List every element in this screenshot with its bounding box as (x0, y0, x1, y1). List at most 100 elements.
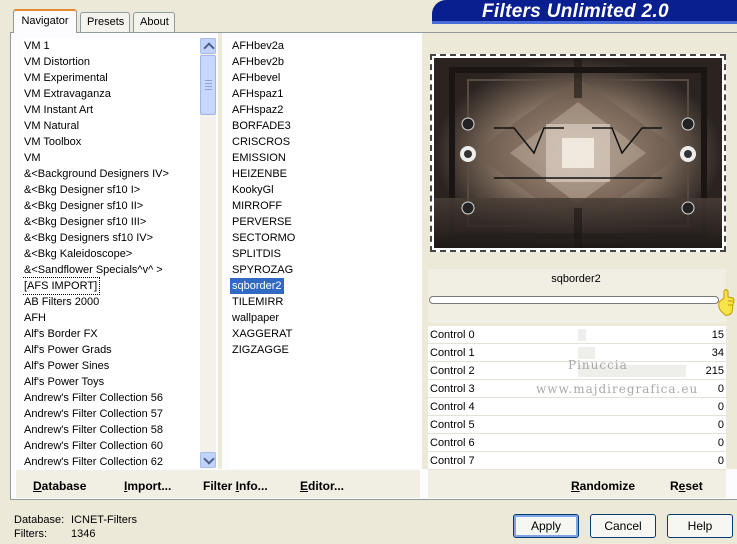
filter-item-label: TILEMIRR (232, 296, 284, 308)
category-item[interactable]: &<Background Designers IV> (22, 166, 200, 182)
cancel-button[interactable]: Cancel (590, 514, 656, 538)
control-label: Control 1 (430, 347, 475, 359)
category-item[interactable]: VM Distortion (22, 54, 200, 70)
category-item-label: Andrew's Filter Collection 57 (24, 408, 164, 420)
category-item[interactable]: Alf's Border FX (22, 326, 200, 342)
category-item[interactable]: Andrew's Filter Collection 58 (22, 422, 200, 438)
filter-item[interactable]: MIRROFF (230, 198, 420, 214)
list-separator (218, 33, 222, 469)
filter-item[interactable]: CRISCROS (230, 134, 420, 150)
category-item-label: VM Toolbox (24, 136, 82, 148)
control-value: 15 (711, 329, 724, 341)
filter-item[interactable]: TILEMIRR (230, 294, 420, 310)
control-slider[interactable] (429, 296, 719, 304)
category-item-label: [AFS IMPORT] (22, 277, 101, 295)
filter-item[interactable]: KookyGl (230, 182, 420, 198)
category-item[interactable]: &<Bkg Designers sf10 IV> (22, 230, 200, 246)
category-item[interactable]: Alf's Power Sines (22, 358, 200, 374)
filter-item[interactable]: AFHbevel (230, 70, 420, 86)
filter-item-label: AFHspaz2 (232, 104, 284, 116)
filter-item[interactable]: BORFADE3 (230, 118, 420, 134)
category-item-label: AB Filters 2000 (24, 296, 100, 308)
editor-button[interactable]: Editor... (300, 479, 344, 493)
category-item-label: Andrew's Filter Collection 62 (24, 456, 164, 468)
control-row[interactable]: Control 7 0 (428, 452, 726, 470)
scroll-up-button[interactable] (200, 38, 216, 54)
control-label: Control 3 (430, 383, 475, 395)
category-item-label: &<Bkg Designer sf10 III> (24, 216, 147, 228)
tab-about[interactable]: About (133, 12, 175, 32)
control-row[interactable]: Control 6 0 (428, 434, 726, 452)
category-item[interactable]: VM (22, 150, 200, 166)
category-item-label: &<Background Designers IV> (24, 168, 169, 180)
category-scrollbar[interactable] (200, 38, 216, 468)
database-button[interactable]: Database (33, 479, 86, 493)
filter-item-label: AFHspaz1 (232, 88, 284, 100)
category-item-label: AFH (24, 312, 46, 324)
category-item[interactable]: [AFS IMPORT] (22, 277, 200, 295)
pointing-hand-icon (718, 289, 735, 316)
filter-item[interactable]: ZIGZAGGE (230, 342, 420, 358)
filter-item[interactable]: SPYROZAG (230, 262, 420, 278)
filters-count-label: Filters: (14, 528, 47, 540)
category-item[interactable]: AB Filters 2000 (22, 294, 200, 310)
scroll-thumb[interactable] (200, 55, 216, 115)
import-button[interactable]: Import... (124, 479, 171, 493)
category-item[interactable]: Andrew's Filter Collection 62 (22, 454, 200, 468)
filter-item[interactable]: EMISSION (230, 150, 420, 166)
category-item[interactable]: VM Natural (22, 118, 200, 134)
category-item-label: Alf's Power Toys (24, 376, 105, 388)
control-value: 215 (705, 365, 724, 377)
category-item[interactable]: Andrew's Filter Collection 56 (22, 390, 200, 406)
filter-item[interactable]: SPLITDIS (230, 246, 420, 262)
filter-item[interactable]: AFHbev2a (230, 38, 420, 54)
filter-item-label: sqborder2 (230, 278, 284, 294)
help-button[interactable]: Help (667, 514, 733, 538)
watermark-url: www.majdiregrafica.eu (536, 382, 699, 396)
apply-button[interactable]: Apply (513, 514, 579, 538)
category-item[interactable]: VM Toolbox (22, 134, 200, 150)
tab-navigator[interactable]: Navigator (13, 9, 77, 33)
category-item[interactable]: &<Sandflower Specials^v^ > (22, 262, 200, 278)
control-label: Control 5 (430, 419, 475, 431)
category-item[interactable]: VM Experimental (22, 70, 200, 86)
control-row[interactable]: Control 5 0 (428, 416, 726, 434)
category-item[interactable]: &<Bkg Designer sf10 II> (22, 198, 200, 214)
reset-button[interactable]: Reset (670, 479, 703, 493)
filter-item[interactable]: AFHbev2b (230, 54, 420, 70)
database-label: Database: (14, 514, 65, 526)
tab-presets[interactable]: Presets (80, 12, 130, 32)
filter-item[interactable]: PERVERSE (230, 214, 420, 230)
control-label: Control 4 (430, 401, 475, 413)
filter-item[interactable]: AFHspaz1 (230, 86, 420, 102)
category-item[interactable]: VM Extravaganza (22, 86, 200, 102)
category-item[interactable]: Alf's Power Grads (22, 342, 200, 358)
category-item-label: &<Bkg Kaleidoscope> (24, 248, 133, 260)
filter-item[interactable]: wallpaper (230, 310, 420, 326)
control-row[interactable]: Control 4 0 (428, 398, 726, 416)
category-item[interactable]: VM 1 (22, 38, 200, 54)
filter-info-button[interactable]: Filter Info... (203, 479, 268, 493)
category-item[interactable]: Andrew's Filter Collection 60 (22, 438, 200, 454)
control-value: 0 (717, 437, 724, 449)
filter-item[interactable]: sqborder2 (230, 278, 420, 294)
category-list[interactable]: VM 1 VM Distortion VM Experimental VM Extra… (22, 38, 200, 468)
filter-item[interactable]: SECTORMO (230, 230, 420, 246)
category-item[interactable]: Alf's Power Toys (22, 374, 200, 390)
database-value: ICNET-Filters (71, 514, 137, 526)
control-value: 0 (717, 455, 724, 467)
filter-item[interactable]: AFHspaz2 (230, 102, 420, 118)
filter-item[interactable]: XAGGERAT (230, 326, 420, 342)
scroll-down-button[interactable] (200, 452, 216, 468)
category-item[interactable]: AFH (22, 310, 200, 326)
category-item[interactable]: &<Bkg Designer sf10 I> (22, 182, 200, 198)
category-item[interactable]: VM Instant Art (22, 102, 200, 118)
filter-list[interactable]: AFHbev2a AFHbev2b AFHbevel AFHspaz1 AFHspaz2… (230, 38, 420, 468)
title-banner: Filters Unlimited 2.0 (432, 0, 737, 24)
filter-item[interactable]: HEIZENBE (230, 166, 420, 182)
category-item[interactable]: &<Bkg Kaleidoscope> (22, 246, 200, 262)
control-row[interactable]: Control 0 15 (428, 326, 726, 344)
randomize-button[interactable]: Randomize (571, 479, 635, 493)
category-item[interactable]: &<Bkg Designer sf10 III> (22, 214, 200, 230)
category-item[interactable]: Andrew's Filter Collection 57 (22, 406, 200, 422)
